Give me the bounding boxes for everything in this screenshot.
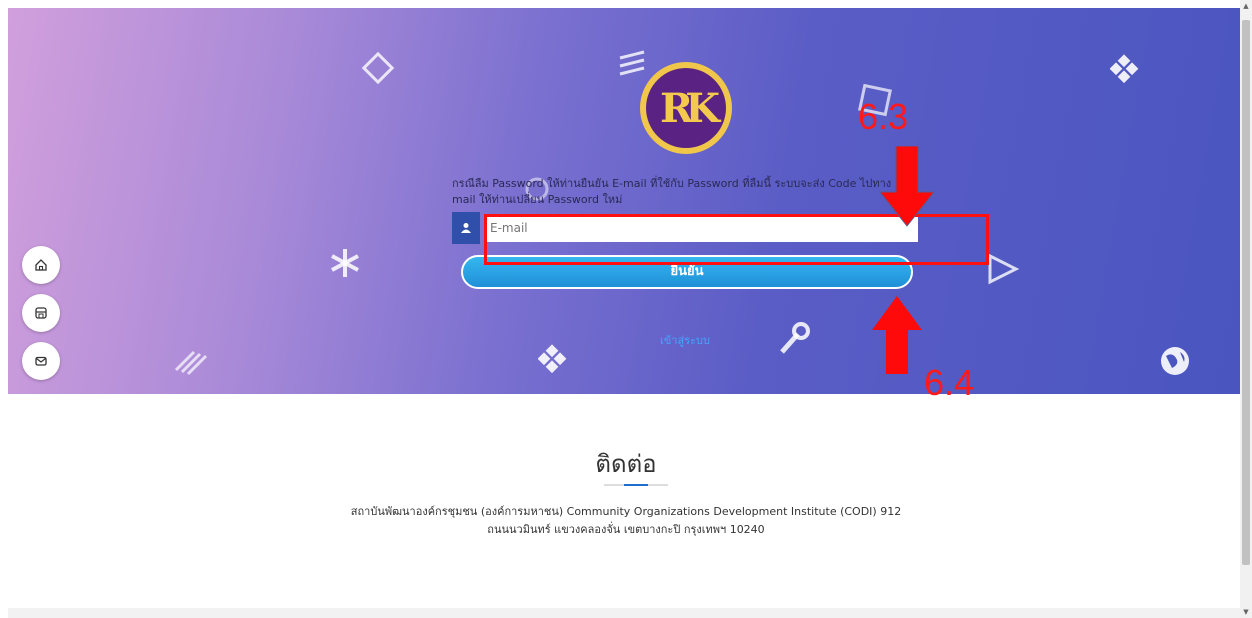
instruction-line-1: กรณีลืม Password ให้ท่านยืนยัน E-mail ที… <box>452 177 892 190</box>
asterisk-decoration <box>331 249 359 277</box>
annotation-label-6-3: 6.3 <box>858 96 909 137</box>
contact-address: สถาบันพัฒนาองค์กรชุมชน (องค์การมหาชน) Co… <box>0 503 1252 539</box>
wrench-decoration <box>780 322 810 354</box>
scroll-up-arrow[interactable]: ▲ <box>1240 0 1252 12</box>
address-line-1: สถาบันพัฒนาองค์กรชุมชน (องค์การมหาชน) Co… <box>350 505 902 518</box>
login-link[interactable]: เข้าสู่ระบบ <box>660 331 710 349</box>
logo-inner-circle: RK <box>646 68 726 148</box>
annotation-label-6-4: 6.4 <box>924 362 975 403</box>
user-icon <box>452 212 480 244</box>
instruction-line-2: mail ให้ท่านเปลี่ยน Password ใหม่ <box>452 193 623 206</box>
top-border <box>0 0 1252 8</box>
contact-title: ติดต่อ <box>595 451 657 478</box>
mail-icon <box>35 356 47 366</box>
logo: RK <box>640 62 732 154</box>
slash-lines-decoration <box>174 350 208 376</box>
scroll-thumb[interactable] <box>1242 20 1250 565</box>
triangle-decoration <box>988 253 1020 285</box>
scroll-down-arrow[interactable]: ▼ <box>1240 606 1252 618</box>
side-home-button[interactable] <box>22 246 60 284</box>
side-store-button[interactable] <box>22 294 60 332</box>
globe-decoration <box>1161 347 1189 375</box>
logo-text: RK <box>659 84 720 132</box>
address-line-2: ถนนนวมินทร์ แขวงคลองจั่น เขตบางกะปิ กรุง… <box>487 523 765 536</box>
up-arrow-annotation <box>872 296 922 374</box>
cluster-decoration-2 <box>538 344 567 374</box>
title-underline <box>604 484 668 486</box>
diamond-outline-decoration <box>361 51 395 85</box>
page-bottom-bar <box>8 608 1240 618</box>
title-underline-accent <box>624 484 648 486</box>
home-icon <box>35 259 47 271</box>
down-arrow-annotation <box>878 146 936 227</box>
store-icon <box>35 307 47 319</box>
vertical-scrollbar[interactable]: ▲ ▼ <box>1240 0 1252 618</box>
lines-decoration <box>619 50 645 76</box>
cluster-decoration <box>1110 54 1139 84</box>
side-mail-button[interactable] <box>22 342 60 380</box>
instruction-text: กรณีลืม Password ให้ท่านยืนยัน E-mail ที… <box>452 176 922 208</box>
